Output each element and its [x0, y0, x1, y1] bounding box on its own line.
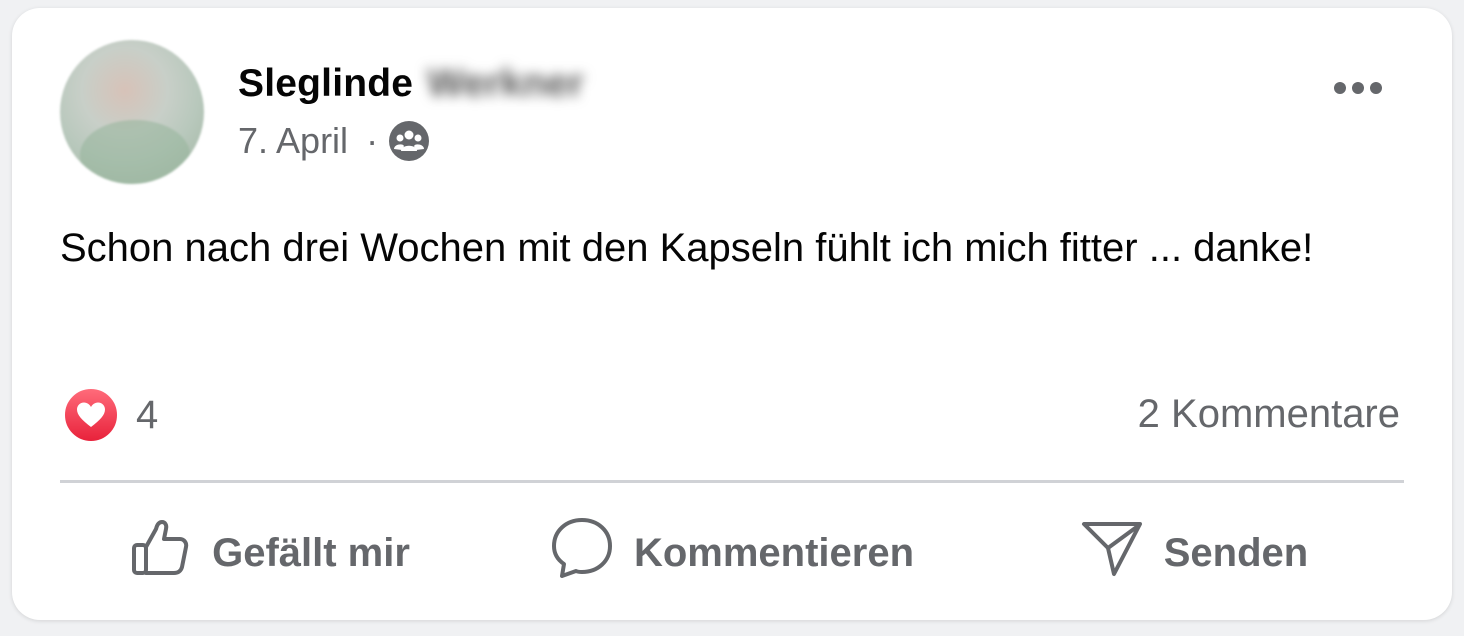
- action-bar: Gefällt mir Kommentieren Senden: [60, 508, 1404, 598]
- more-dot-icon: [1370, 82, 1382, 94]
- send-label: Senden: [1163, 530, 1309, 575]
- more-options-button[interactable]: [1322, 68, 1394, 108]
- comment-bubble-icon: [550, 516, 614, 590]
- comment-button[interactable]: Kommentieren: [512, 513, 952, 593]
- like-label: Gefällt mir: [212, 530, 410, 575]
- comment-label: Kommentieren: [633, 530, 915, 575]
- send-icon: [1080, 518, 1144, 588]
- heart-icon: [62, 386, 120, 444]
- like-button[interactable]: Gefällt mir: [60, 513, 480, 593]
- author-first-name: Sleglinde: [238, 62, 414, 105]
- avatar[interactable]: [60, 40, 204, 184]
- post-card: Sleglinde Werkner 7. April · Schon nach d…: [12, 8, 1452, 620]
- thumbs-up-icon: [130, 517, 192, 589]
- more-dot-icon: [1334, 82, 1346, 94]
- post-author[interactable]: Sleglinde Werkner: [238, 62, 584, 106]
- post-date[interactable]: 7. April: [238, 120, 348, 162]
- reactions-summary[interactable]: 4: [62, 386, 158, 444]
- more-dot-icon: [1352, 82, 1364, 94]
- comments-count-link[interactable]: 2 Kommentare: [1138, 392, 1400, 437]
- send-button[interactable]: Senden: [984, 513, 1404, 593]
- post-meta: 7. April ·: [238, 120, 430, 162]
- group-icon[interactable]: [388, 120, 430, 162]
- author-last-name-blurred: Werkner: [427, 62, 584, 105]
- divider: [60, 480, 1404, 483]
- post-text: Schon nach drei Wochen mit den Kapseln f…: [60, 226, 1314, 270]
- reaction-count: 4: [136, 392, 159, 437]
- meta-separator: ·: [366, 120, 379, 161]
